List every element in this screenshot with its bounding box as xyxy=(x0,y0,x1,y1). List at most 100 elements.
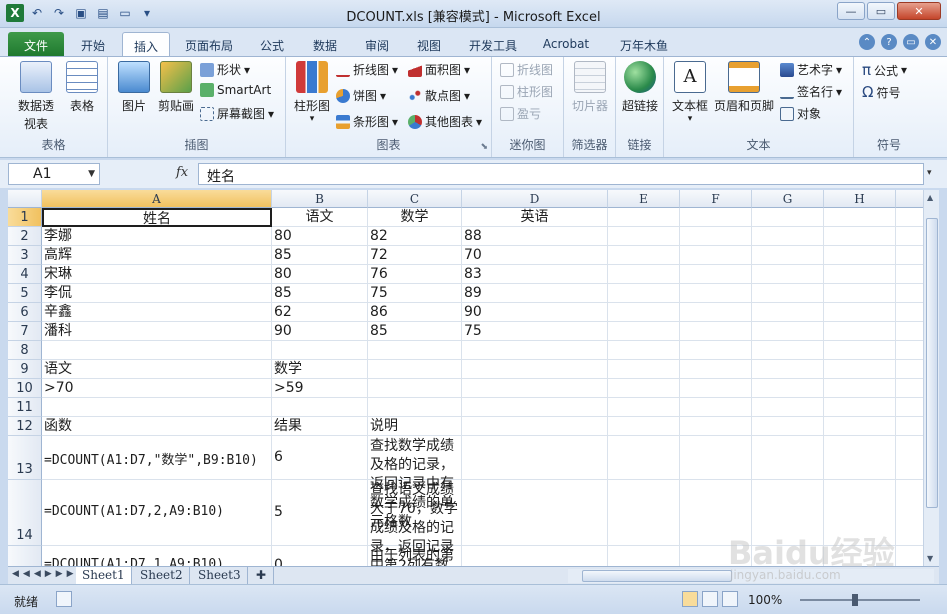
empty-cell[interactable] xyxy=(752,417,824,436)
empty-cell[interactable] xyxy=(752,398,824,417)
empty-cell[interactable] xyxy=(680,379,752,398)
page-layout-view-button[interactable] xyxy=(702,591,718,607)
empty-cell[interactable] xyxy=(608,303,680,322)
hyperlink-button[interactable]: 超链接 xyxy=(618,61,662,114)
insert-function-icon[interactable]: fx xyxy=(176,165,188,180)
tab-formulas[interactable]: 公式 xyxy=(248,32,296,56)
cell-c-13[interactable]: 查找数学成绩及格的记录，返回记录中有数学成绩的单元格数 xyxy=(368,436,462,530)
empty-cell[interactable] xyxy=(608,379,680,398)
insert-sheet-icon[interactable]: ✚ xyxy=(250,567,274,584)
tab-acrobat[interactable]: Acrobat xyxy=(534,32,598,56)
empty-cell[interactable] xyxy=(608,341,680,360)
cell-c-3[interactable]: 72 xyxy=(368,246,462,265)
cell-a-6[interactable]: 辛鑫 xyxy=(42,303,272,322)
empty-cell[interactable] xyxy=(680,436,752,480)
clipart-button[interactable]: 剪贴画 xyxy=(154,61,198,114)
worksheet-grid[interactable]: A B C D E F G H 1 姓名 语文 数学 英语 2 李娜 80 82 88 3 高辉 85 7… xyxy=(8,190,923,566)
cell-d-1[interactable]: 英语 xyxy=(462,208,608,227)
area-chart-button[interactable]: 面积图 ▾ xyxy=(408,61,470,78)
equation-button[interactable]: π 公式 ▾ xyxy=(862,61,907,79)
shapes-button[interactable]: 形状 ▾ xyxy=(200,61,250,78)
row-header[interactable]: 4 xyxy=(8,265,42,284)
empty-cell[interactable] xyxy=(680,227,752,246)
cell-d-10[interactable] xyxy=(462,379,608,398)
empty-cell[interactable] xyxy=(608,360,680,379)
charts-dialog-launcher-icon[interactable]: ⬊ xyxy=(480,142,488,152)
cell-c-2[interactable]: 82 xyxy=(368,227,462,246)
empty-cell[interactable] xyxy=(896,284,923,303)
sheet-tab-1[interactable]: Sheet1 xyxy=(76,567,132,584)
empty-cell[interactable] xyxy=(896,417,923,436)
cell-c-4[interactable]: 76 xyxy=(368,265,462,284)
maximize-button[interactable]: ▭ xyxy=(867,2,895,20)
empty-cell[interactable] xyxy=(752,303,824,322)
empty-cell[interactable] xyxy=(824,436,896,480)
empty-cell[interactable] xyxy=(752,227,824,246)
empty-cell[interactable] xyxy=(824,246,896,265)
empty-cell[interactable] xyxy=(752,246,824,265)
cell-a-5[interactable]: 李侃 xyxy=(42,284,272,303)
empty-cell[interactable] xyxy=(824,322,896,341)
empty-cell[interactable] xyxy=(680,341,752,360)
sheet-navigation-arrows-icon[interactable]: ◀◀◀▶▶▶ xyxy=(12,569,78,579)
sparkline-line-button[interactable]: 折线图 xyxy=(500,61,553,78)
page-break-view-button[interactable] xyxy=(722,591,738,607)
screenshot-button[interactable]: 屏幕截图 ▾ xyxy=(200,105,274,122)
cell-b-6[interactable]: 62 xyxy=(272,303,368,322)
name-box-dropdown-icon[interactable]: ▼ xyxy=(88,169,95,179)
cell-a-2[interactable]: 李娜 xyxy=(42,227,272,246)
empty-cell[interactable] xyxy=(752,436,824,480)
minimize-ribbon-icon[interactable]: ⌃ xyxy=(859,34,875,50)
row-header[interactable]: 13 xyxy=(8,436,42,480)
vertical-scroll-thumb[interactable] xyxy=(926,218,938,508)
row-header[interactable]: 5 xyxy=(8,284,42,303)
cell-d-13[interactable] xyxy=(462,436,608,480)
slicer-button[interactable]: 切片器 xyxy=(568,61,612,114)
row-header[interactable]: 9 xyxy=(8,360,42,379)
formula-input[interactable]: 姓名 xyxy=(198,163,924,185)
empty-cell[interactable] xyxy=(608,208,680,227)
empty-cell[interactable] xyxy=(752,379,824,398)
empty-cell[interactable] xyxy=(896,322,923,341)
cell-d-2[interactable]: 88 xyxy=(462,227,608,246)
close-button[interactable]: ✕ xyxy=(897,2,941,20)
normal-view-button[interactable] xyxy=(682,591,698,607)
empty-cell[interactable] xyxy=(608,546,680,566)
cell-b-10[interactable]: >59 xyxy=(272,379,368,398)
empty-cell[interactable] xyxy=(896,341,923,360)
cell-a-1[interactable]: 姓名 xyxy=(42,208,272,227)
cell-c-12[interactable]: 说明 xyxy=(368,417,462,436)
row-header[interactable]: 8 xyxy=(8,341,42,360)
pie-chart-button[interactable]: 饼图 ▾ xyxy=(336,87,386,104)
zoom-level[interactable]: 100% xyxy=(748,593,782,607)
cell-c-14[interactable]: 查找语文成绩大于70，数学成绩及格的记录，返回记录中第2列有数字的单元格数 xyxy=(368,480,462,566)
cell-a-12[interactable]: 函数 xyxy=(42,417,272,436)
other-charts-button[interactable]: 其他图表 ▾ xyxy=(408,113,482,130)
cell-d-8[interactable] xyxy=(462,341,608,360)
empty-cell[interactable] xyxy=(680,284,752,303)
empty-cell[interactable] xyxy=(752,208,824,227)
empty-cell[interactable] xyxy=(608,417,680,436)
cell-d-14[interactable] xyxy=(462,480,608,546)
empty-cell[interactable] xyxy=(824,379,896,398)
symbol-button[interactable]: Ω 符号 xyxy=(862,83,900,101)
column-header-c[interactable]: C xyxy=(368,190,462,208)
pivot-table-button[interactable]: 数据透视表 xyxy=(10,61,62,133)
cell-b-7[interactable]: 90 xyxy=(272,322,368,341)
cell-a-14[interactable]: =DCOUNT(A1:D7,2,A9:B10) xyxy=(42,480,272,546)
vertical-scrollbar[interactable]: ▲ ▼ xyxy=(923,190,939,566)
cell-c-7[interactable]: 85 xyxy=(368,322,462,341)
empty-cell[interactable] xyxy=(680,246,752,265)
picture-button[interactable]: 图片 xyxy=(114,61,154,114)
tab-wannian-muyu[interactable]: 万年木鱼 xyxy=(606,32,682,56)
empty-cell[interactable] xyxy=(752,284,824,303)
cell-d-12[interactable] xyxy=(462,417,608,436)
cell-c-5[interactable]: 75 xyxy=(368,284,462,303)
tab-insert[interactable]: 插入 xyxy=(122,32,170,56)
cell-c-10[interactable] xyxy=(368,379,462,398)
empty-cell[interactable] xyxy=(896,360,923,379)
sheet-tab-3[interactable]: Sheet3 xyxy=(192,567,248,584)
sheet-tab-2[interactable]: Sheet2 xyxy=(134,567,190,584)
empty-cell[interactable] xyxy=(752,322,824,341)
empty-cell[interactable] xyxy=(824,208,896,227)
